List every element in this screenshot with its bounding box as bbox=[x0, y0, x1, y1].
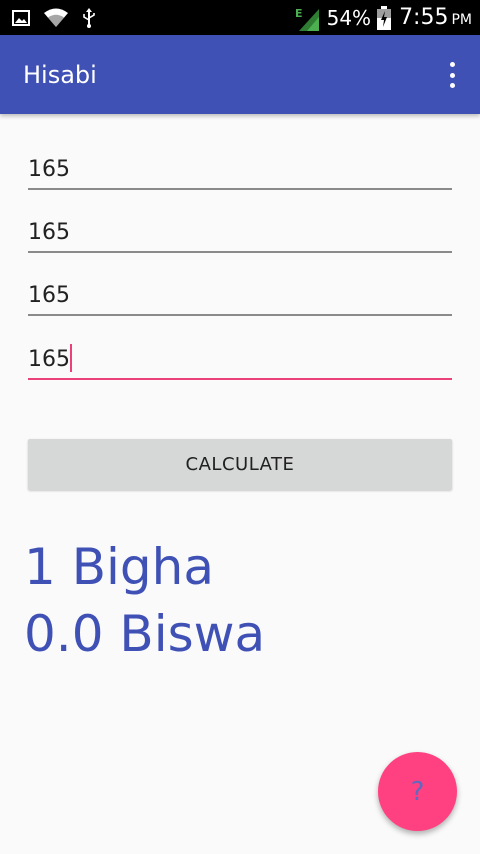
input-value-1: 165 bbox=[28, 157, 70, 182]
input-field-3[interactable]: 165 bbox=[28, 272, 452, 316]
status-ampm: PM bbox=[451, 11, 472, 28]
input-value-2: 165 bbox=[28, 220, 70, 245]
input-field-2[interactable]: 165 bbox=[28, 209, 452, 253]
usb-icon bbox=[82, 7, 96, 28]
calculate-button[interactable]: CALCULATE bbox=[28, 439, 452, 490]
input-underline-3 bbox=[28, 314, 452, 316]
input-value-4: 165 bbox=[28, 347, 70, 372]
result-biswa: 0.0 Biswa bbox=[24, 605, 266, 663]
app-title: Hisabi bbox=[23, 60, 97, 89]
battery-percent: 54% bbox=[326, 5, 372, 30]
overflow-dot bbox=[449, 62, 455, 67]
input-field-1[interactable]: 165 bbox=[28, 146, 452, 190]
image-icon bbox=[12, 9, 30, 26]
input-value-3: 165 bbox=[28, 283, 70, 308]
status-bar-left bbox=[12, 0, 110, 35]
more-vert-icon[interactable] bbox=[440, 62, 464, 88]
input-value-4-wrap: 165 bbox=[28, 344, 72, 373]
status-time: 7:55 bbox=[399, 5, 449, 30]
status-bar-right: E 54% 7:55 PM bbox=[295, 0, 472, 35]
app-bar: Hisabi bbox=[0, 35, 480, 114]
input-field-4[interactable]: 165 bbox=[28, 336, 452, 380]
result-bigha: 1 Bigha bbox=[24, 538, 214, 596]
svg-text:E: E bbox=[295, 7, 303, 20]
input-underline-2 bbox=[28, 251, 452, 253]
input-underline-4 bbox=[28, 378, 452, 380]
signal-icon: E bbox=[295, 5, 321, 31]
overflow-dot bbox=[449, 72, 455, 78]
help-fab-button[interactable]: ? bbox=[378, 752, 457, 831]
input-underline-1 bbox=[28, 188, 452, 190]
overflow-dot bbox=[449, 83, 455, 88]
text-cursor bbox=[70, 344, 72, 372]
wifi-icon bbox=[44, 8, 68, 28]
status-bar: E 54% 7:55 PM bbox=[0, 0, 480, 35]
battery-icon bbox=[377, 5, 392, 30]
help-icon: ? bbox=[410, 776, 425, 807]
